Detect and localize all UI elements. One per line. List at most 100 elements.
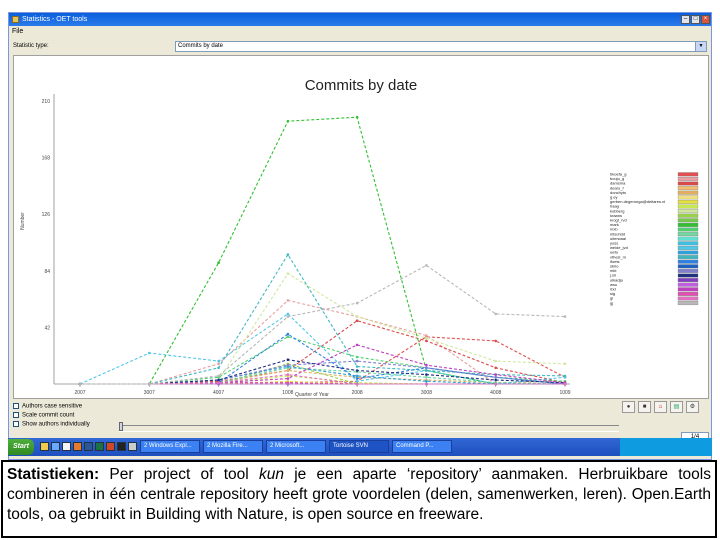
chevron-down-icon[interactable]: ▼	[695, 42, 706, 51]
data-point	[286, 119, 290, 123]
explorer-icon[interactable]	[51, 442, 60, 451]
export-button[interactable]: ⌂	[654, 401, 667, 413]
start-button[interactable]: Start	[8, 439, 34, 455]
folder-icon[interactable]	[40, 442, 49, 451]
x-tick-label: 4008	[490, 390, 501, 396]
terminal-icon[interactable]	[117, 442, 126, 451]
legend-swatch	[677, 209, 699, 214]
chart-title: Commits by date	[305, 77, 418, 94]
data-point	[355, 380, 359, 383]
word-icon[interactable]	[84, 442, 93, 451]
legend-swatch	[677, 291, 699, 296]
statistic-type-value: Commits by date	[178, 43, 224, 49]
minimize-icon[interactable]: –	[681, 15, 690, 24]
data-point	[425, 382, 428, 386]
series-line	[80, 116, 565, 385]
checkbox-icon[interactable]	[13, 403, 19, 409]
data-point	[286, 373, 290, 376]
x-axis-label: Quarter of Year	[295, 392, 329, 398]
excel-icon[interactable]	[95, 442, 104, 451]
chart-type-button[interactable]: ▤	[670, 401, 683, 413]
x-tick-label: 2007	[74, 390, 85, 396]
task-microsoft[interactable]: 2 Microsoft...	[266, 440, 326, 453]
statistic-type-label: Statistic type:	[13, 43, 49, 49]
y-tick-label: 126	[42, 212, 51, 218]
data-point	[286, 272, 290, 275]
taskbar: Start 2 Windows Expl... 2 Mozilla Fire..…	[8, 438, 712, 456]
settings-button[interactable]: ⚙	[686, 401, 699, 413]
legend-swatch	[677, 287, 699, 292]
show-authors-individually-checkbox[interactable]: Show authors individually	[13, 421, 90, 428]
caption-part1: Per project of tool	[99, 466, 259, 483]
data-point	[355, 115, 359, 119]
data-point	[425, 376, 428, 379]
legend-swatch	[677, 181, 699, 186]
x-tick-label: 2008	[352, 390, 363, 396]
data-point	[425, 334, 428, 337]
data-point	[286, 335, 290, 339]
legend-swatch	[677, 296, 699, 301]
window-title-bar[interactable]: Statistics - OET tools – □ ×	[9, 13, 711, 26]
series-line	[80, 333, 566, 385]
legend-swatch	[677, 222, 699, 227]
data-point	[286, 299, 290, 302]
time-slider[interactable]	[119, 422, 619, 432]
data-point	[355, 355, 359, 359]
data-point	[494, 366, 498, 370]
data-point	[425, 264, 428, 267]
chart-lines	[78, 115, 567, 386]
statistic-type-select[interactable]: Commits by date ▼	[175, 41, 707, 52]
data-point	[355, 319, 359, 323]
x-tick-label: 1008	[282, 390, 293, 396]
checkbox-icon[interactable]	[13, 421, 19, 427]
authors-case-sensitive-checkbox[interactable]: Authors case sensitive	[13, 403, 82, 410]
legend-swatch	[677, 241, 699, 246]
data-point	[286, 315, 290, 318]
legend-swatch	[677, 259, 699, 264]
play-button[interactable]: ●	[622, 401, 635, 413]
close-icon[interactable]: ×	[701, 15, 710, 24]
data-point	[148, 351, 151, 355]
task-windows-explorer[interactable]: 2 Windows Expl...	[140, 440, 200, 453]
caption-italic: kun	[258, 466, 284, 483]
legend-swatch	[677, 176, 699, 181]
data-point	[425, 363, 428, 367]
mail-icon[interactable]	[62, 442, 71, 451]
legend-swatch	[677, 255, 699, 260]
legend-swatch	[677, 227, 699, 232]
data-point	[355, 343, 359, 347]
series-line	[80, 299, 565, 385]
ppt-icon[interactable]	[106, 442, 115, 451]
scale-commit-count-checkbox[interactable]: Scale commit count	[13, 412, 74, 419]
statistics-window: Statistics - OET tools – □ × File Statis…	[8, 12, 712, 460]
data-point	[286, 253, 290, 256]
menu-file[interactable]: File	[12, 26, 23, 37]
checkbox-label: Authors case sensitive	[22, 403, 83, 410]
checkbox-icon[interactable]	[13, 412, 19, 418]
data-point	[217, 381, 220, 385]
data-point	[78, 382, 82, 386]
slider-thumb[interactable]	[119, 422, 123, 431]
x-tick-label: 4007	[213, 390, 224, 396]
task-command-prompt[interactable]: Command P...	[392, 440, 452, 453]
data-point	[425, 336, 428, 340]
data-point	[355, 365, 359, 368]
calc-icon[interactable]	[128, 442, 137, 451]
firefox-icon[interactable]	[73, 442, 82, 451]
legend-swatch	[677, 213, 699, 218]
data-point	[563, 362, 567, 366]
maximize-icon[interactable]: □	[691, 15, 700, 24]
window-title: Statistics - OET tools	[22, 16, 88, 23]
data-point	[217, 374, 220, 378]
data-point	[494, 376, 498, 379]
legend-label: gj	[610, 300, 613, 305]
checkbox-label: Scale commit count	[22, 412, 75, 419]
data-point	[563, 315, 567, 318]
data-point	[286, 377, 290, 380]
task-mozilla-firefox[interactable]: 2 Mozilla Fire...	[203, 440, 263, 453]
task-tortoise-svn[interactable]: Tortoise SVN	[329, 440, 389, 453]
data-point	[355, 359, 359, 363]
legend-swatch	[677, 186, 699, 191]
stop-button[interactable]: ■	[638, 401, 651, 413]
data-point	[217, 359, 220, 363]
